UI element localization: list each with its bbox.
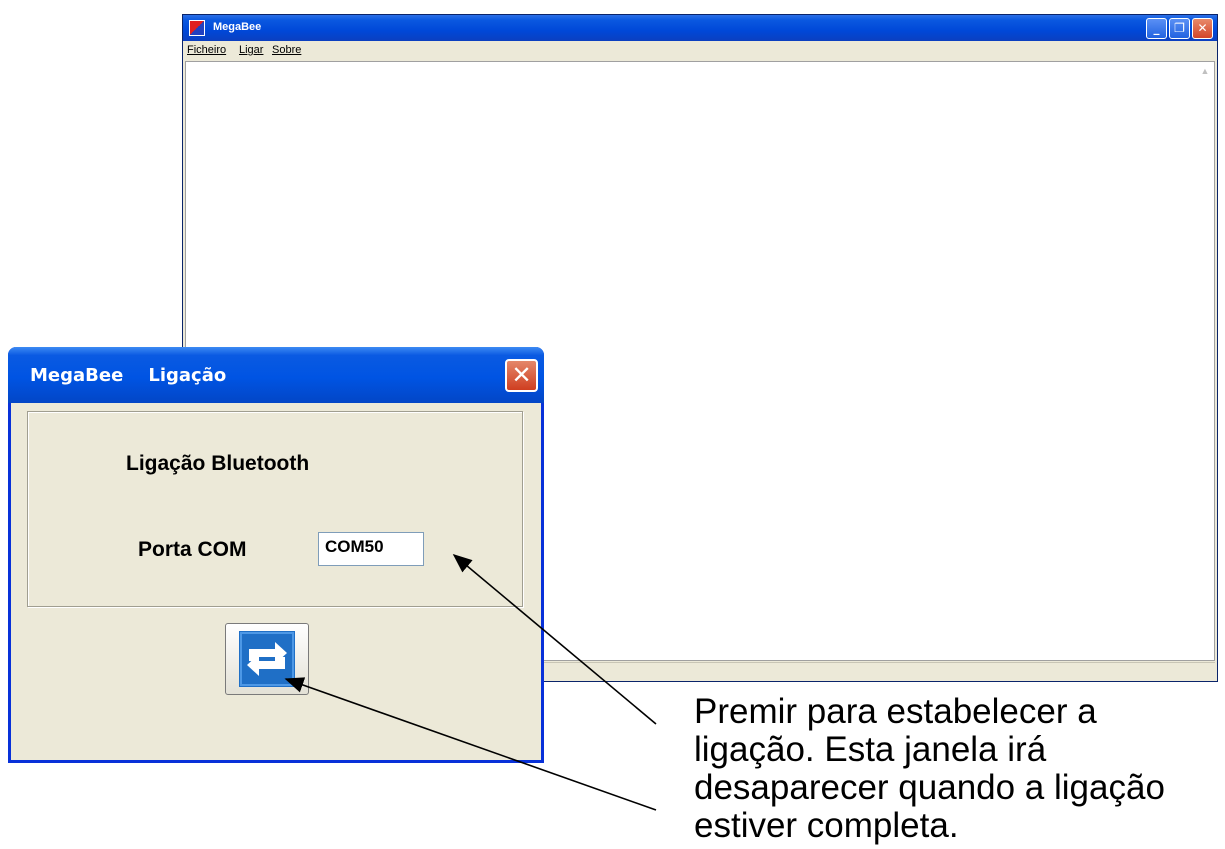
annotation-arrows — [284, 553, 657, 811]
arrow-to-port-field — [452, 553, 657, 725]
arrow-to-connect-button — [284, 677, 657, 811]
